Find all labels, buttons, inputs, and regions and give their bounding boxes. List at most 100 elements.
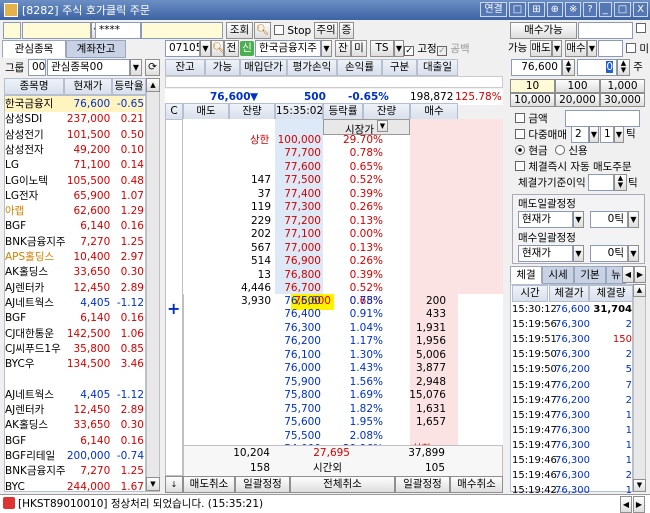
amount-input[interactable] — [565, 110, 640, 127]
search-icon[interactable]: 🔍︎ — [254, 22, 271, 39]
bid-buy-area-lower[interactable] — [458, 294, 503, 445]
option-check-icon[interactable] — [626, 43, 636, 53]
tab-0[interactable]: 체결 — [510, 266, 542, 284]
refresh-icon[interactable]: ⟳ — [145, 59, 160, 76]
auto-sell-check-icon[interactable] — [515, 161, 525, 171]
tab-prev-icon[interactable]: ◀ — [622, 266, 634, 283]
list-item[interactable]: CJ씨푸드1우 35,800 0.85 — [5, 341, 144, 357]
sell-batch-tick[interactable]: 0틱 — [590, 211, 628, 228]
left-scrollbar[interactable] — [146, 78, 160, 492]
gongmae-checkbox[interactable]: ✓ 공백 — [437, 41, 470, 57]
credit-radio-icon[interactable] — [555, 145, 565, 155]
sell-batch-tick-dropdown-icon[interactable]: ▼ — [628, 211, 639, 228]
list-item[interactable]: BNK금융지주 7,270 1.25 — [5, 234, 144, 250]
buy-side-select[interactable]: 매수 — [565, 40, 587, 57]
stock-search-icon[interactable]: 🔍︎ — [211, 40, 224, 57]
list-item[interactable]: BGF 6,140 0.16 — [5, 310, 144, 326]
sell-batch-select[interactable]: 현재가 — [518, 211, 573, 228]
add-plus-icon[interactable]: + — [167, 299, 180, 318]
book-scroll-down-icon[interactable]: ↓ — [165, 476, 183, 493]
amount-check-icon[interactable] — [515, 113, 525, 123]
password-input[interactable] — [141, 22, 223, 39]
gongmae-check-icon[interactable]: ✓ — [437, 46, 447, 56]
list-item[interactable]: AK홀딩스 33,650 0.30 — [5, 417, 144, 433]
window-button-0[interactable]: 연결 — [480, 2, 507, 17]
list-item[interactable]: LG전자 65,900 1.07 — [5, 188, 144, 204]
list-item[interactable]: BYC우 134,500 3.46 — [5, 356, 144, 372]
list-item[interactable]: BGF 6,140 0.16 — [5, 433, 144, 449]
caution-button[interactable]: 주의 — [314, 22, 338, 39]
right-top-checkbox[interactable] — [636, 23, 646, 35]
tab-next-icon[interactable]: ▶ — [634, 266, 646, 283]
group-dropdown-icon[interactable]: ▼ — [130, 59, 142, 76]
stock-dropdown-icon[interactable]: ▼ — [321, 40, 332, 57]
multi-count[interactable]: 2 — [571, 126, 589, 143]
buy-available-button[interactable]: 매수가능 — [510, 22, 577, 39]
multi-dropdown-icon[interactable]: ▼ — [589, 126, 599, 143]
book-header-0[interactable]: C — [165, 103, 183, 120]
header-5[interactable]: 구분 — [382, 59, 417, 76]
qty-preset-button-0[interactable]: 10 — [510, 79, 555, 93]
list-item[interactable]: 삼성전자 49,200 0.10 — [5, 142, 144, 158]
sell-batch-modify-button[interactable]: 일괄정정 — [235, 476, 290, 493]
cash-radio-icon[interactable] — [515, 145, 525, 155]
buy-batch-tick[interactable]: 0틱 — [590, 245, 628, 262]
ts-dropdown-icon[interactable]: ▼ — [394, 40, 404, 57]
window-button-1[interactable]: □ — [508, 2, 527, 17]
stop-checkbox[interactable]: Stop — [274, 23, 314, 39]
header-2[interactable]: 매입단가 — [240, 59, 287, 76]
group-number[interactable]: 00 — [28, 59, 46, 76]
multi-check-icon[interactable] — [515, 129, 525, 139]
fixed-check-icon[interactable]: ✓ — [404, 46, 414, 56]
qty-preset-button-1[interactable]: 100 — [555, 79, 600, 93]
window-button-8[interactable]: X — [633, 2, 648, 17]
profit-spinner-icon[interactable]: ▲ ▼ — [614, 174, 627, 191]
buy-batch-tick-dropdown-icon[interactable]: ▼ — [628, 245, 639, 262]
qty-preset-button-3[interactable]: 10,000 — [510, 93, 555, 107]
option-checkbox[interactable]: 미 — [626, 41, 649, 56]
window-button-6[interactable]: _ — [598, 2, 612, 17]
price-spinner-icon[interactable]: ▲ ▼ — [562, 59, 575, 76]
list-item[interactable]: AK홀딩스 33,650 0.30 — [5, 264, 144, 280]
list-item[interactable]: 아랩 62,600 1.29 — [5, 203, 144, 219]
tab-account-balance[interactable]: 계좌잔고 — [66, 40, 126, 58]
list-item[interactable]: LG 71,100 0.14 — [5, 157, 144, 173]
header-4[interactable]: 손익률 — [337, 59, 382, 76]
multi-order-checkbox[interactable]: 다중매매 — [515, 127, 567, 143]
trade-scroll-down-icon[interactable]: ▼ — [633, 479, 646, 492]
buy-cancel-button[interactable]: 매수취소 — [450, 476, 503, 493]
tab-1[interactable]: 시세 — [542, 266, 574, 284]
account-type-icon[interactable] — [3, 22, 21, 39]
list-item[interactable]: BGF리테일 200,000 -0.74 — [5, 448, 144, 464]
group-name-select[interactable]: 관심종목00 — [47, 59, 130, 76]
buy-batch-modify-button[interactable]: 일괄정정 — [395, 476, 450, 493]
list-item[interactable]: AJ렌터카 12,450 2.89 — [5, 402, 144, 418]
window-button-3[interactable]: ⊕ — [546, 2, 563, 17]
list-item[interactable] — [5, 371, 144, 387]
list-item[interactable]: 한국금융지 76,600 -0.65 — [5, 96, 144, 112]
header-6[interactable]: 대출일 — [417, 59, 458, 76]
code-dropdown-icon[interactable]: ▼ — [200, 40, 211, 57]
list-item[interactable]: AJ렌터카 12,450 2.89 — [5, 280, 144, 296]
sell-dropdown-icon[interactable]: ▼ — [552, 40, 562, 57]
list-item[interactable]: LG이노텍 105,500 0.48 — [5, 173, 144, 189]
credit-radio[interactable]: 신용 — [555, 143, 588, 159]
trade-scroll-up-icon[interactable]: ▲ — [633, 284, 646, 297]
tab-2[interactable]: 기본 — [574, 266, 606, 284]
header-0[interactable]: 잔고 — [165, 59, 205, 76]
multi-tick[interactable]: 1 — [600, 126, 614, 143]
buy-batch-dropdown-icon[interactable]: ▼ — [573, 245, 584, 262]
cancel-all-button[interactable]: 전체취소 — [290, 476, 395, 493]
header-3[interactable]: 평가손익 — [287, 59, 337, 76]
order-type-field[interactable] — [598, 40, 623, 57]
check-icon[interactable] — [636, 23, 646, 33]
click-column[interactable] — [165, 103, 183, 476]
account-number-input[interactable] — [22, 22, 91, 39]
qty-preset-button-5[interactable]: 30,000 — [600, 93, 645, 107]
sell-batch-dropdown-icon[interactable]: ▼ — [573, 211, 584, 228]
qty-preset-button-4[interactable]: 20,000 — [555, 93, 600, 107]
order-qty-input[interactable]: 0 — [577, 59, 617, 76]
header-1[interactable]: 가능 — [205, 59, 240, 76]
bid-buy-area[interactable] — [410, 119, 503, 294]
auto-sell-checkbox[interactable]: 체결즉시 자동 매도주문 — [515, 159, 632, 175]
